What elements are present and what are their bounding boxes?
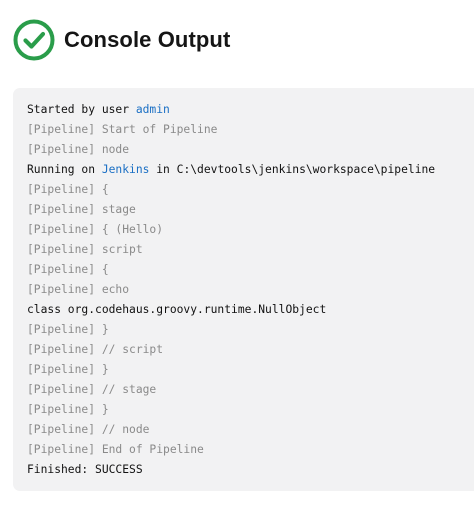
check-circle-icon (13, 19, 55, 61)
console-line: [Pipeline] // stage (27, 383, 157, 396)
console-line: [Pipeline] echo (27, 283, 130, 296)
console-text: in C:\devtools\jenkins\workspace\pipelin… (149, 163, 436, 176)
console-line: [Pipeline] Start of Pipeline (27, 123, 218, 136)
console-line: [Pipeline] } (27, 363, 109, 376)
console-line: [Pipeline] } (27, 403, 109, 416)
console-line: Running on Jenkins in C:\devtools\jenkin… (27, 160, 474, 180)
console-text: Started by user (27, 103, 136, 116)
node-link-jenkins[interactable]: Jenkins (102, 163, 150, 176)
console-line: [Pipeline] node (27, 143, 130, 156)
console-line: [Pipeline] { (Hello) (27, 223, 164, 236)
console-line: [Pipeline] } (27, 323, 109, 336)
console-text: Running on (27, 163, 102, 176)
console-line: class org.codehaus.groovy.runtime.NullOb… (27, 303, 327, 316)
console-line: Finished: SUCCESS (27, 463, 143, 476)
console-line: [Pipeline] End of Pipeline (27, 443, 204, 456)
page-header: Console Output (13, 18, 230, 62)
console-line: [Pipeline] { (27, 263, 109, 276)
console-line: [Pipeline] { (27, 183, 109, 196)
console-line: [Pipeline] script (27, 243, 143, 256)
user-link-admin[interactable]: admin (136, 103, 170, 116)
console-output: Started by user admin [Pipeline] Start o… (13, 88, 474, 491)
console-line: [Pipeline] // node (27, 423, 150, 436)
console-line: [Pipeline] // script (27, 343, 164, 356)
console-line: [Pipeline] stage (27, 203, 136, 216)
page-title: Console Output (64, 27, 231, 52)
console-line: Started by user admin (27, 100, 474, 120)
